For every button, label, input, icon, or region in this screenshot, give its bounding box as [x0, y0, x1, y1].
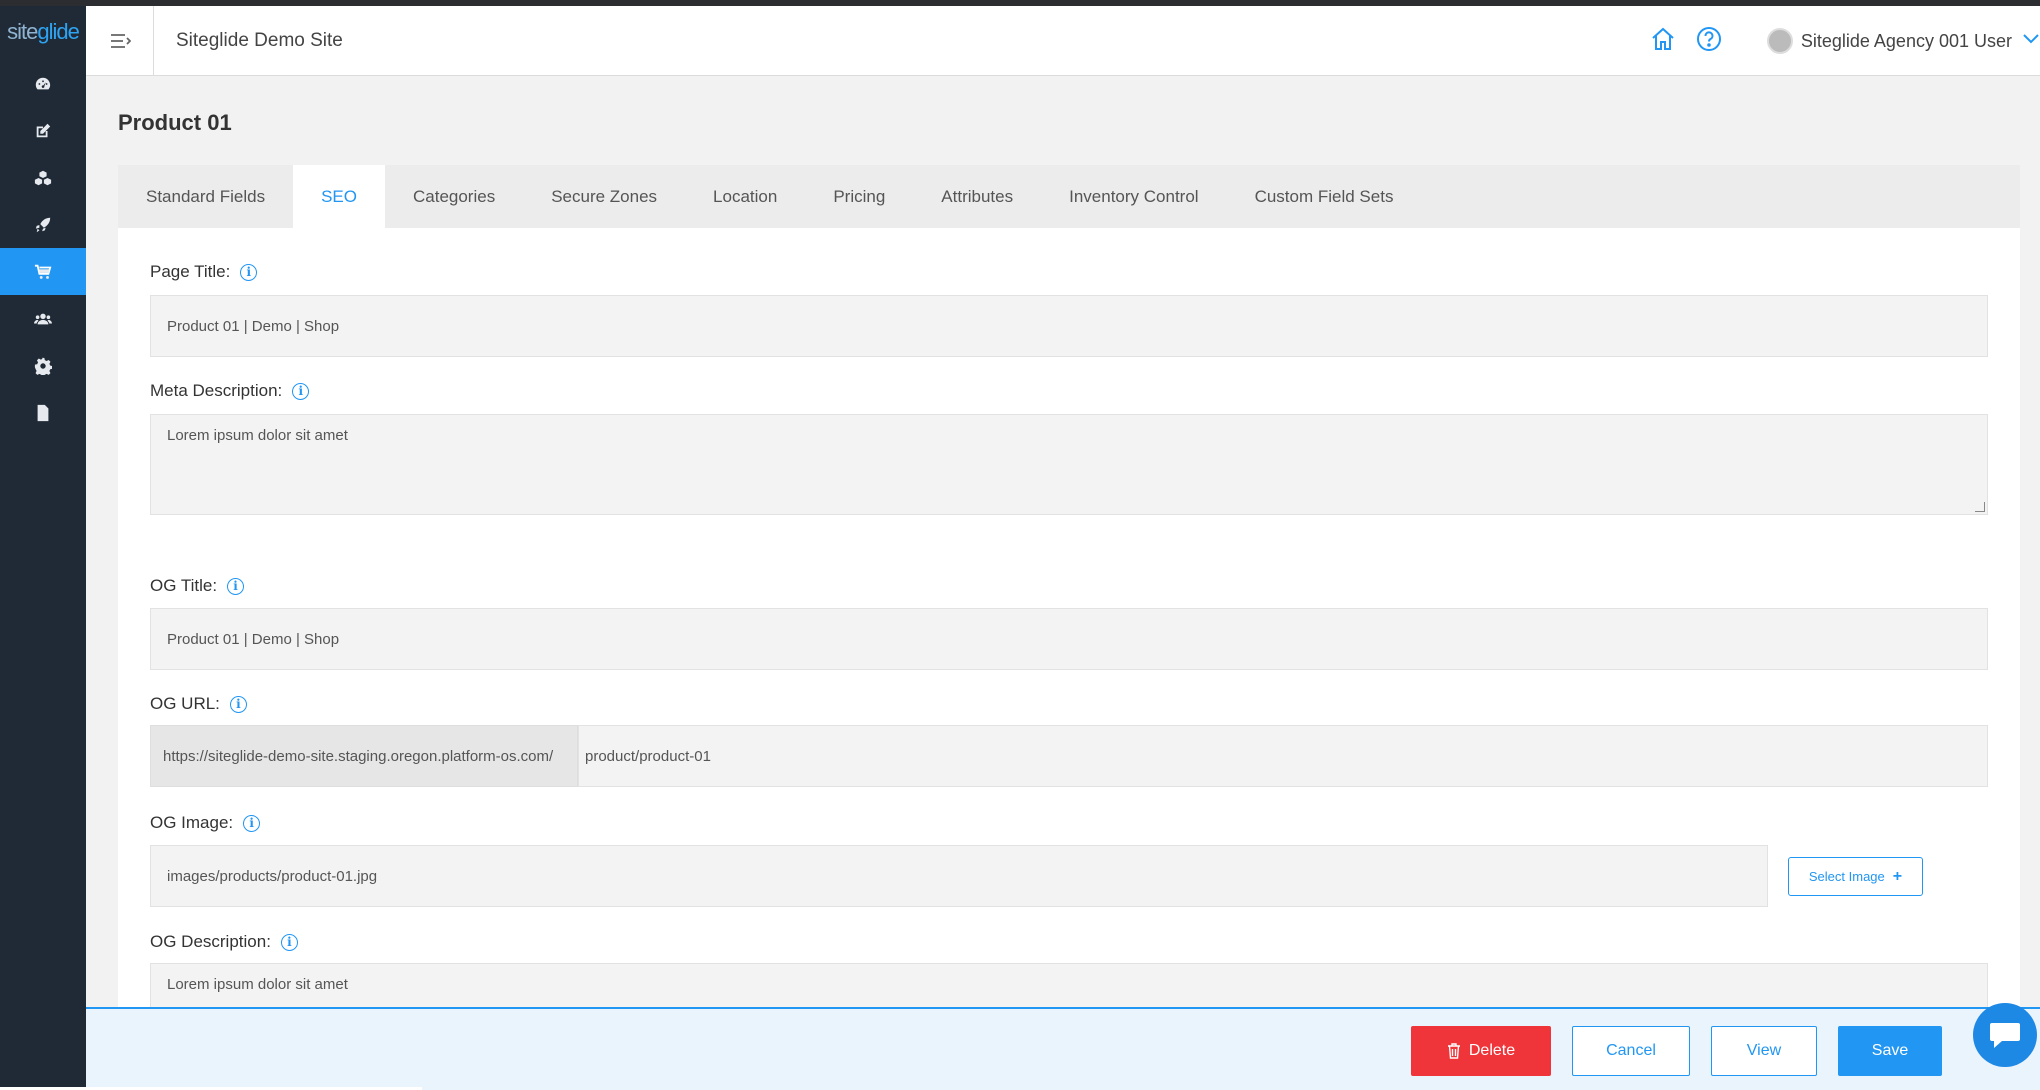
og-image-label: OG Image: i	[150, 813, 261, 833]
info-icon[interactable]: i	[227, 577, 245, 595]
tab-secure-zones[interactable]: Secure Zones	[523, 165, 685, 228]
og-title-label-text: OG Title:	[150, 576, 218, 595]
user-menu-toggle[interactable]	[2022, 32, 2040, 50]
sidebar-item-edit[interactable]	[0, 107, 86, 154]
trash-icon	[1447, 1043, 1460, 1059]
view-button[interactable]: View	[1711, 1026, 1817, 1076]
page-title-label-text: Page Title:	[150, 262, 231, 281]
og-title-input[interactable]: Product 01 | Demo | Shop	[150, 608, 1988, 670]
cancel-button[interactable]: Cancel	[1572, 1026, 1690, 1076]
help-icon	[1696, 26, 1721, 51]
tab-bar: Standard Fields SEO Categories Secure Zo…	[118, 165, 2020, 228]
siteglide-logo[interactable]: site glide	[0, 6, 86, 58]
delete-button[interactable]: Delete	[1411, 1026, 1551, 1076]
page-title-input[interactable]: Product 01 | Demo | Shop	[150, 295, 1988, 357]
tab-standard-fields[interactable]: Standard Fields	[118, 165, 293, 228]
avatar[interactable]	[1766, 28, 1793, 54]
tab-seo[interactable]: SEO	[293, 165, 385, 228]
select-image-label: Select Image	[1808, 869, 1885, 884]
og-description-value: Lorem ipsum dolor sit amet	[167, 976, 348, 993]
og-url-label: OG URL: i	[150, 694, 247, 714]
modules-icon	[34, 170, 52, 185]
menu-icon	[110, 34, 131, 48]
delete-label: Delete	[1468, 1042, 1516, 1059]
home-button[interactable]	[1649, 25, 1677, 58]
og-url-input[interactable]: product/product-01	[578, 725, 1988, 787]
sidebar-item-settings[interactable]	[0, 342, 86, 389]
help-button[interactable]	[1695, 25, 1723, 58]
gear-icon	[34, 357, 52, 375]
og-url-prefix: https://siteglide-demo-site.staging.oreg…	[150, 725, 578, 787]
meta-description-textarea[interactable]: Lorem ipsum dolor sit amet	[150, 414, 1988, 515]
sidebar-item-documents[interactable]	[0, 389, 86, 436]
user-name[interactable]: Siteglide Agency 001 User	[1801, 31, 2012, 52]
sidebar-item-dashboard[interactable]	[0, 60, 86, 107]
og-url-label-text: OG URL:	[150, 694, 220, 713]
info-icon[interactable]: i	[292, 382, 310, 400]
tab-attributes[interactable]: Attributes	[913, 165, 1041, 228]
rocket-icon	[35, 217, 51, 232]
resize-handle-icon[interactable]	[1975, 502, 1985, 512]
page-title: Product 01	[118, 110, 232, 135]
logo-text-glide: glide	[37, 19, 79, 44]
main-content: Product 01 Standard Fields SEO Categorie…	[86, 77, 2040, 1023]
og-description-label: OG Description: i	[150, 932, 298, 952]
og-title-label: OG Title: i	[150, 576, 245, 596]
chevron-down-icon	[2023, 34, 2039, 44]
sidebar-item-modules[interactable]	[0, 154, 86, 201]
tab-custom-field-sets[interactable]: Custom Field Sets	[1227, 165, 1422, 228]
page-title-label: Page Title: i	[150, 262, 258, 282]
og-image-input[interactable]: images/products/product-01.jpg	[150, 845, 1768, 907]
header-actions: Siteglide Agency 001 User	[1649, 6, 2040, 76]
home-icon	[1652, 27, 1674, 50]
info-icon[interactable]: i	[229, 695, 247, 713]
action-bar: Delete Cancel View Save	[86, 1007, 2040, 1090]
plus-icon: +	[1892, 867, 1903, 885]
tab-location[interactable]: Location	[685, 165, 805, 228]
top-header: Siteglide Demo Site Siteglide Agency 001…	[86, 6, 2040, 76]
seo-panel: Page Title: i Product 01 | Demo | Shop M…	[118, 228, 2020, 1023]
cart-icon	[34, 264, 52, 279]
info-icon[interactable]: i	[243, 814, 261, 832]
sidebar-item-launch[interactable]	[0, 201, 86, 248]
meta-description-label: Meta Description: i	[150, 381, 310, 401]
tab-pricing[interactable]: Pricing	[805, 165, 913, 228]
users-icon	[34, 313, 52, 324]
select-image-button[interactable]: Select Image +	[1788, 857, 1923, 896]
meta-description-value: Lorem ipsum dolor sit amet	[167, 427, 348, 444]
chat-icon	[1990, 1023, 2020, 1048]
logo-text-site: site	[7, 19, 38, 44]
document-icon	[37, 404, 49, 421]
og-image-label-text: OG Image:	[150, 813, 234, 832]
info-icon[interactable]: i	[240, 263, 258, 281]
edit-icon	[36, 123, 51, 137]
sidebar-item-users[interactable]	[0, 295, 86, 342]
og-description-label-text: OG Description:	[150, 932, 271, 951]
chat-widget-button[interactable]	[1973, 1003, 2037, 1067]
tab-inventory-control[interactable]: Inventory Control	[1041, 165, 1226, 228]
sidebar-item-ecommerce[interactable]	[0, 248, 86, 295]
sidebar: site glide	[0, 6, 86, 1090]
save-button[interactable]: Save	[1838, 1026, 1942, 1076]
tab-categories[interactable]: Categories	[385, 165, 523, 228]
info-icon[interactable]: i	[280, 933, 298, 951]
site-name: Siteglide Demo Site	[176, 30, 343, 51]
meta-description-label-text: Meta Description:	[150, 381, 283, 400]
dashboard-icon	[35, 77, 51, 89]
menu-toggle-button[interactable]	[86, 6, 154, 76]
